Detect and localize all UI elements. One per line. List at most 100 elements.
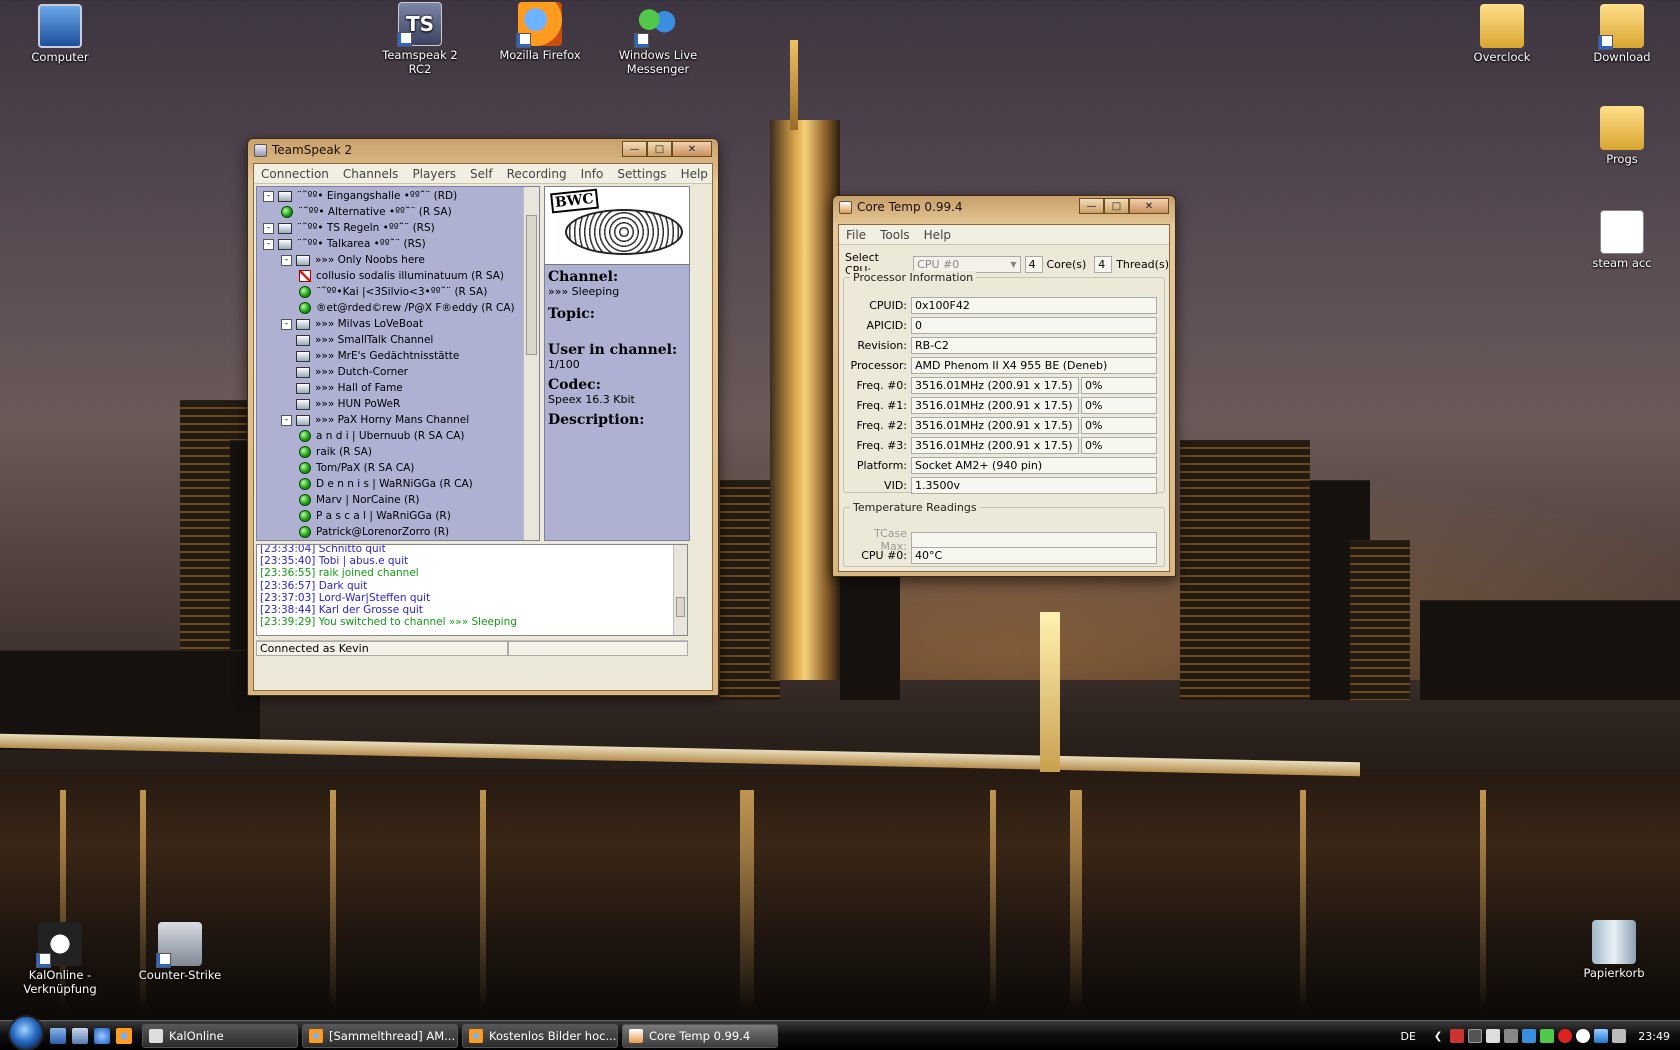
tray-icon[interactable]	[1468, 1029, 1483, 1043]
menu-help[interactable]: Help	[917, 228, 958, 242]
player-item[interactable]: Tom/PaX (R SA CA)	[257, 460, 539, 476]
scrollbar-thumb[interactable]	[526, 215, 537, 355]
player-item[interactable]: Patrick@LorenorZorro (R)	[257, 524, 539, 540]
network-icon[interactable]	[1594, 1029, 1609, 1043]
desktop-icon-computer[interactable]: Computer	[12, 4, 108, 64]
expand-toggle-icon[interactable]: -	[281, 318, 292, 330]
expand-toggle-icon[interactable]: -	[263, 238, 274, 250]
channel-item[interactable]: »»» SmallTalk Channel	[257, 332, 539, 348]
start-button[interactable]	[8, 1014, 44, 1050]
expand-toggle-icon[interactable]: -	[281, 254, 292, 266]
player-item[interactable]: ¨˜ºº• Alternative •ºº˜¨ (R SA)	[257, 204, 539, 220]
show-desktop-icon[interactable]	[50, 1027, 66, 1044]
log-entry: [23:37:03] Lord-War|Steffen quit	[260, 591, 431, 604]
player-item[interactable]: ®et@rded©rew /P@X F®eddy (R CA)	[257, 300, 539, 316]
volume-icon[interactable]	[1612, 1029, 1627, 1043]
desktop-icon-recycle-bin[interactable]: Papierkorb	[1566, 920, 1662, 980]
tree-item-label: P a s c a l | WaRniGGa (R)	[316, 510, 451, 522]
channel-item[interactable]: - »»» Only Noobs here	[257, 252, 539, 268]
channel-item[interactable]: - »»» PaX Horny Mans Channel	[257, 412, 539, 428]
expand-toggle-icon[interactable]: -	[281, 414, 292, 426]
desktop-icon-firefox[interactable]: Mozilla Firefox	[492, 2, 588, 62]
tray-icon[interactable]	[1486, 1029, 1501, 1043]
menu-connection[interactable]: Connection	[254, 167, 336, 181]
chevron-left-icon[interactable]: ❮	[1434, 1031, 1442, 1042]
tray-icon[interactable]	[1450, 1029, 1465, 1043]
channel-item[interactable]: »»» Hall of Fame	[257, 380, 539, 396]
menu-players[interactable]: Players	[405, 167, 463, 181]
event-log[interactable]: [23:33:04] Schnitto quit [23:35:40] Tobi …	[256, 544, 688, 636]
desktop-icon-overclock[interactable]: Overclock	[1454, 4, 1550, 64]
log-scrollbar[interactable]	[673, 545, 687, 635]
player-item[interactable]: Marv | NorCaine (R)	[257, 492, 539, 508]
topic-label: Topic:	[548, 306, 595, 322]
close-button[interactable]: ✕	[1129, 198, 1169, 214]
taskbar-button-sammelthread[interactable]: [Sammelthread] AM...	[302, 1023, 458, 1048]
menu-file[interactable]: File	[839, 228, 873, 242]
channel-item[interactable]: - »»» Milvas LoVeBoat	[257, 316, 539, 332]
minimize-button[interactable]: —	[622, 141, 647, 157]
tray-icon[interactable]	[1540, 1029, 1555, 1043]
expand-toggle-icon[interactable]: -	[263, 222, 274, 234]
scrollbar-thumb[interactable]	[676, 597, 685, 617]
player-item[interactable]: Roland | NorCaine-BluBB (R)	[257, 540, 539, 541]
clock[interactable]: 23:49	[1638, 1030, 1670, 1043]
tree-item-label: »»» PaX Horny Mans Channel	[315, 414, 470, 426]
desktop-icon-steam-acc[interactable]: steam acc	[1574, 210, 1670, 270]
channel-item[interactable]: - ¨˜ºº• Eingangshalle •ºº˜¨ (RD)	[257, 188, 539, 204]
desktop-icon-teamspeak[interactable]: TS Teamspeak 2 RC2	[372, 2, 468, 76]
tray-icon[interactable]	[1576, 1029, 1591, 1043]
menu-settings[interactable]: Settings	[610, 167, 673, 181]
close-button[interactable]: ✕	[672, 141, 712, 157]
tree-item-label: ¨˜ºº• Eingangshalle •ºº˜¨ (RD)	[297, 190, 458, 202]
player-item[interactable]: raik (R SA)	[257, 444, 539, 460]
coretemp-titlebar[interactable]: Core Temp 0.99.4 — □ ✕	[833, 196, 1175, 218]
language-indicator[interactable]: DE	[1400, 1030, 1415, 1043]
teamspeak-titlebar[interactable]: TeamSpeak 2 — □ ✕	[248, 139, 718, 161]
maximize-button[interactable]: □	[1104, 198, 1129, 214]
channel-item[interactable]: »»» HUN PoWeR	[257, 396, 539, 412]
player-item[interactable]: P a s c a l | WaRniGGa (R)	[257, 508, 539, 524]
desktop-icon-messenger[interactable]: Windows Live Messenger	[610, 2, 706, 76]
tray-icon[interactable]	[1558, 1029, 1573, 1043]
channel-item[interactable]: - ¨˜ºº• TS Regeln •ºº˜¨ (RS)	[257, 220, 539, 236]
desktop-icon-kalonline[interactable]: KalOnline - Verknüpfung	[12, 922, 108, 996]
player-item[interactable]: a n d i | Ubernuub (R SA CA)	[257, 428, 539, 444]
light-reflection	[1070, 790, 1082, 1010]
firefox-icon[interactable]	[116, 1027, 132, 1044]
player-item[interactable]: ¨˜ºº•Kai |<3Silvio<3•ºº˜¨ (R SA)	[257, 284, 539, 300]
channel-item[interactable]: »»» Dutch-Corner	[257, 364, 539, 380]
taskbar-button-kalonline[interactable]: KalOnline	[142, 1023, 298, 1048]
menu-info[interactable]: Info	[574, 167, 611, 181]
tree-item-label: »»» Hall of Fame	[315, 382, 403, 394]
taskbar-button-bilder[interactable]: Kostenlos Bilder hoc...	[462, 1023, 618, 1048]
menu-recording[interactable]: Recording	[500, 167, 574, 181]
taskbar-button-coretemp[interactable]: Core Temp 0.99.4	[622, 1023, 778, 1048]
desktop-icon-counter-strike[interactable]: Counter-Strike	[132, 922, 228, 982]
desktop-icon-download[interactable]: Download	[1574, 4, 1670, 64]
channel-item[interactable]: »»» MrE's Gedächtnisstätte	[257, 348, 539, 364]
menu-tools[interactable]: Tools	[873, 228, 917, 242]
select-cpu-dropdown[interactable]: CPU #0 ▼	[913, 255, 1021, 273]
channel-icon	[296, 414, 310, 426]
coretemp-window[interactable]: Core Temp 0.99.4 — □ ✕ File Tools Help S…	[832, 195, 1176, 577]
maximize-button[interactable]: □	[647, 141, 672, 157]
firefox-icon	[516, 2, 562, 48]
menu-channels[interactable]: Channels	[336, 167, 406, 181]
switch-windows-icon[interactable]	[72, 1027, 88, 1044]
tree-item-label: ¨˜ºº• Alternative •ºº˜¨ (R SA)	[298, 206, 452, 218]
channel-tree-scrollbar[interactable]	[523, 187, 539, 540]
player-item[interactable]: collusio sodalis illuminatuum (R SA)	[257, 268, 539, 284]
expand-toggle-icon[interactable]: -	[263, 190, 274, 202]
teamspeak-window[interactable]: TeamSpeak 2 — □ ✕ Connection Channels Pl…	[247, 138, 719, 696]
menu-self[interactable]: Self	[463, 167, 500, 181]
internet-explorer-icon[interactable]	[94, 1027, 110, 1044]
tray-icon[interactable]	[1504, 1029, 1519, 1043]
channel-item[interactable]: - ¨˜ºº• Talkarea •ºº˜¨ (RS)	[257, 236, 539, 252]
menu-help[interactable]: Help	[674, 167, 715, 181]
player-item[interactable]: D e n n i s | WaRNiGGa (R CA)	[257, 476, 539, 492]
minimize-button[interactable]: —	[1079, 198, 1104, 214]
desktop-icon-progs[interactable]: Progs	[1574, 106, 1670, 166]
tray-icon[interactable]	[1522, 1029, 1537, 1043]
channel-tree[interactable]: - ¨˜ºº• Eingangshalle •ºº˜¨ (RD) ¨˜ºº• Alt…	[256, 186, 540, 541]
